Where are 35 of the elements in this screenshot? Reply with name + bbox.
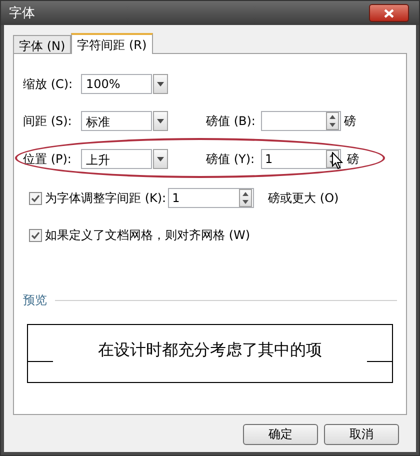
position-label: 位置 (P): [23, 150, 72, 168]
close-icon [384, 8, 394, 18]
dropdown-button[interactable] [153, 111, 168, 131]
spin-arrows-icon [239, 189, 252, 207]
preview-label: 预览 [23, 292, 47, 309]
dropdown-button[interactable] [153, 149, 168, 169]
window-title: 字体 [9, 5, 35, 22]
points-label: 磅值 (B): [206, 112, 256, 130]
checkbox-label: 如果定义了文档网格，则对齐网格 (W) [45, 226, 250, 244]
tab[interactable]: 字体 (N) [13, 35, 72, 53]
unit-label: 磅 [347, 150, 359, 168]
tab[interactable]: 字符间距 (R) [71, 33, 153, 54]
dropdown-field[interactable]: 上升 [81, 149, 152, 169]
checkbox-label: 为字体调整字间距 (K): [45, 190, 166, 206]
dropdown-field[interactable]: 100% [81, 74, 152, 94]
close-button[interactable] [369, 4, 409, 22]
spin-field[interactable] [261, 111, 341, 131]
checkbox[interactable] [29, 228, 42, 242]
preview-text: 在设计时都充分考虑了其中的项 [98, 340, 322, 361]
scale-label: 缩放 (C): [23, 76, 74, 92]
spin-field[interactable]: 1 [168, 188, 254, 208]
checkbox[interactable] [29, 192, 42, 204]
dialog-button[interactable]: 取消 [324, 424, 399, 445]
dropdown-arrow-icon [157, 82, 164, 86]
dropdown-arrow-icon [157, 118, 164, 124]
dialog-button[interactable]: 确定 [243, 424, 318, 445]
dropdown-button[interactable] [153, 74, 168, 94]
spin-arrows-icon [326, 112, 339, 130]
dropdown-arrow-icon [157, 156, 164, 162]
points-label: 磅值 (Y): [206, 150, 256, 168]
spacing-label: 间距 (S): [23, 112, 73, 130]
unit-label: 磅或更大 (O) [268, 190, 339, 206]
dropdown-field[interactable]: 标准 [81, 111, 152, 131]
unit-label: 磅 [344, 112, 356, 130]
cursor-icon [332, 152, 343, 169]
